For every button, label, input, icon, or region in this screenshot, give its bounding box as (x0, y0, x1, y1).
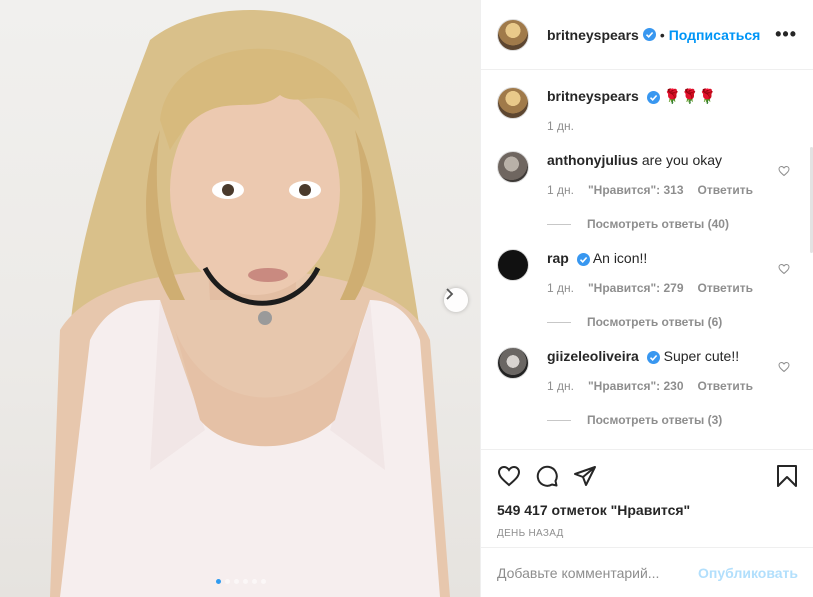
carousel-dots (216, 579, 266, 584)
comment-username[interactable]: giizeleoliveira (547, 348, 639, 364)
likes-count[interactable]: 549 417 отметок "Нравится" (497, 502, 798, 518)
post-actions: 549 417 отметок "Нравится" День назад (481, 449, 813, 545)
comment-item: giizeleoliveira Super cute!! 1 дн. "Нрав… (497, 347, 798, 393)
caption-text: 🌹🌹🌹 (663, 88, 716, 104)
avatar[interactable] (497, 87, 529, 119)
post-photo[interactable] (0, 0, 480, 597)
view-replies-label[interactable]: Посмотреть ответы (6) (587, 315, 722, 329)
carousel-next-button[interactable] (444, 288, 468, 312)
carousel-dot (225, 579, 230, 584)
post-header: britneyspears • Подписаться ••• (481, 0, 813, 70)
photo-illustration (50, 10, 450, 597)
comment-item: rap An icon!! 1 дн. "Нравится": 279 Отве… (497, 249, 798, 295)
verified-badge-icon (576, 252, 590, 266)
caption: britneyspears 🌹🌹🌹 1 дн. (497, 71, 798, 133)
post-date[interactable]: День назад (497, 528, 798, 539)
publish-button[interactable]: Опубликовать (698, 565, 798, 581)
chevron-right-icon (446, 288, 454, 300)
avatar[interactable] (497, 151, 529, 183)
follow-button[interactable]: Подписаться (669, 27, 761, 43)
replies-divider (547, 419, 571, 421)
comment-text: are you okay (641, 152, 723, 168)
carousel-dot (252, 579, 257, 584)
reply-button[interactable]: Ответить (698, 183, 753, 197)
comment-button[interactable] (535, 464, 559, 488)
caption-time[interactable]: 1 дн. (547, 119, 574, 133)
add-comment-bar: Опубликовать (481, 547, 813, 597)
comment-item: anthonyjulius are you okay 1 дн. "Нравит… (497, 151, 798, 197)
avatar[interactable] (497, 249, 529, 281)
post-side-panel: britneyspears • Подписаться ••• britneys… (480, 0, 813, 597)
view-replies-button[interactable]: Посмотреть ответы (6) (547, 315, 798, 329)
avatar[interactable] (497, 347, 529, 379)
heart-icon[interactable] (778, 263, 790, 275)
view-replies-label[interactable]: Посмотреть ответы (3) (587, 413, 722, 427)
paper-plane-icon (574, 466, 596, 486)
more-options-icon[interactable]: ••• (775, 24, 797, 45)
verified-badge-icon (646, 350, 660, 364)
replies-divider (547, 321, 571, 323)
save-button[interactable] (776, 464, 798, 488)
carousel-dot (234, 579, 239, 584)
view-replies-label[interactable]: Посмотреть ответы (40) (587, 217, 729, 231)
comment-text: An icon!! (592, 250, 648, 266)
header-username[interactable]: britneyspears (547, 27, 639, 43)
comment-likes[interactable]: "Нравится": 313 (588, 183, 684, 197)
reply-button[interactable]: Ответить (698, 281, 753, 295)
verified-badge-icon (646, 90, 660, 104)
share-button[interactable] (573, 464, 597, 488)
view-replies-button[interactable]: Посмотреть ответы (3) (547, 413, 798, 427)
bookmark-icon (777, 465, 797, 487)
avatar[interactable] (497, 18, 529, 51)
comment-likes[interactable]: "Нравится": 230 (588, 379, 684, 393)
comment-icon (536, 465, 558, 487)
comment-likes[interactable]: "Нравится": 279 (588, 281, 684, 295)
comment-username[interactable]: rap (547, 250, 569, 266)
comment-text: Super cute!! (663, 348, 740, 364)
comment-username[interactable]: anthonyjulius (547, 152, 638, 168)
carousel-dot (216, 579, 221, 584)
comment-input[interactable] (497, 564, 699, 581)
caption-username[interactable]: britneyspears (547, 88, 639, 104)
heart-icon[interactable] (778, 165, 790, 177)
heart-icon (497, 465, 521, 487)
comments-list[interactable]: britneyspears 🌹🌹🌹 1 дн. anthonyjulius ar… (481, 71, 813, 449)
comment-time[interactable]: 1 дн. (547, 281, 574, 295)
separator-bullet: • (659, 26, 665, 43)
carousel-dot (243, 579, 248, 584)
comment-time[interactable]: 1 дн. (547, 183, 574, 197)
carousel-dot (261, 579, 266, 584)
view-replies-button[interactable]: Посмотреть ответы (40) (547, 217, 798, 231)
verified-badge-icon (642, 28, 656, 41)
like-button[interactable] (497, 464, 521, 488)
replies-divider (547, 223, 571, 225)
reply-button[interactable]: Ответить (698, 379, 753, 393)
comment-time[interactable]: 1 дн. (547, 379, 574, 393)
heart-icon[interactable] (778, 361, 790, 373)
